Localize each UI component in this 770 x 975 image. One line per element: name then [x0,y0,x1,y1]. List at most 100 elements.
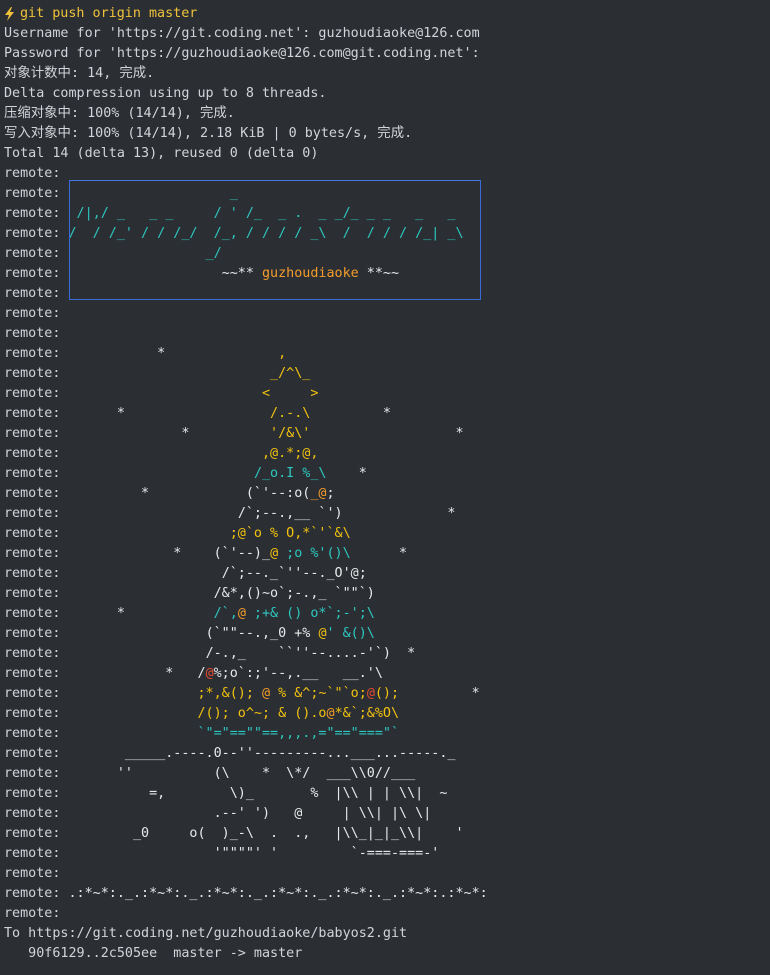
output-text-segment: Delta compression using up to 8 threads. [4,86,327,101]
output-line: remote: .--' ') @ | \\| |\ \| [4,804,770,824]
output-line: remote: ,@.*;@, [4,444,770,464]
output-text-segment: remote: [4,766,69,781]
output-line: remote: _/^\_ [4,364,770,384]
output-text-segment: @ [205,666,214,681]
output-text-segment: 写入对象中: 100% (14/14), 2.18 KiB | 0 bytes/… [4,126,413,141]
output-text-segment: % &^;~`"`o; [270,686,367,701]
output-text-segment: ~~** [68,266,262,281]
output-text-segment: * [68,426,271,441]
output-text-segment [69,364,271,384]
output-line: 压缩对象中: 100% (14/14), 完成. [4,104,770,124]
output-text-segment: remote: [4,486,69,501]
output-text-segment: remote: [4,626,69,641]
output-text-segment: (`'--)_ [213,546,271,561]
output-text-segment: Total 14 (delta 13), reused 0 (delta 0) [4,146,319,161]
output-text-segment: * [68,486,246,501]
output-text-segment: /`;--._`''--._O'@; [221,566,367,581]
output-text-segment: * [68,606,214,621]
output-text-segment: .--' ') @ | \\| |\ \| [68,806,432,821]
output-text-segment [69,624,206,644]
output-line: remote: _0 o( )_-\ . ., |\\_|_|_\\| ' [4,824,770,844]
output-line: remote: / / /_' / / /_/ /_, / / / / _\ /… [4,224,770,244]
output-text-segment: remote: [4,426,69,441]
output-text-segment: remote: [4,226,69,241]
output-text-segment [69,524,230,544]
output-text-segment: `"="==""==,,,.,="=="==="` [197,726,400,741]
output-text-segment: /_o.I %_\ [253,466,327,481]
output-line: Password for 'https://guzhoudiaoke@126.c… [4,44,770,64]
output-text-segment: 压缩对象中: 100% (14/14), 完成. [4,106,235,121]
output-text-segment: 对象计数中: 14, 完成. [4,66,155,81]
output-line: remote: /&*,()~o`;-.,_ `""`) [4,584,770,604]
output-text-segment: remote: [4,786,69,801]
output-line: remote: =, \)_ % |\\ | | \\| ~ [4,784,770,804]
output-text-segment: _/ [68,246,222,261]
output-line: remote: ;*,&(); @ % &^;~`"`o; @ (); * [4,684,770,704]
output-line: remote: /_o.I %_\ * [4,464,770,484]
output-line: remote: * , [4,344,770,364]
output-line: remote: ;@`o % O,*`'`&\ [4,524,770,544]
output-text-segment: /.-.\ [270,406,311,421]
output-text-segment [69,444,262,464]
output-line: remote: _/ [4,244,770,264]
output-text-segment: / / /_' / / /_/ /_, / / / / _\ / / / / /… [68,226,464,241]
output-line: remote: ~~** guzhoudiaoke **~~ [4,264,770,284]
output-text-segment: remote: [4,466,69,481]
output-text-segment: remote: [4,806,69,821]
output-text-segment: ' &()\ [326,626,375,641]
output-line: remote: * /.-.\ * [4,404,770,424]
output-line: remote: .:*~*:._.:*~*:._.:*~*:._.:*~*:._… [4,884,770,904]
output-text-segment: * [350,546,408,561]
output-text-segment: / [197,666,206,681]
output-text-segment: remote: [4,386,69,401]
output-text-segment: remote: [4,566,69,581]
output-text-segment: remote: [4,686,69,701]
output-line: remote: < > [4,384,770,404]
output-text-segment: remote: [4,166,69,181]
output-text-segment: remote: [4,366,69,381]
output-line: To https://git.coding.net/guzhoudiaoke/b… [4,924,770,944]
output-line: 对象计数中: 14, 完成. [4,64,770,84]
output-text-segment: _@ [310,486,327,501]
output-line: remote: `"="==""==,,,.,="=="==="` [4,724,770,744]
output-text-segment: * [68,406,271,421]
output-text-segment: 90f6129..2c505ee master -> master [4,946,303,961]
output-text-segment: ;o %'()\ [278,546,351,561]
output-text-segment: _ [68,186,238,201]
output-text-segment [69,504,238,524]
output-text-segment: remote: [4,726,69,741]
output-text-segment [69,464,254,484]
output-line: remote: [4,864,770,884]
output-text-segment: /|,/ _ _ _ / ' /_ _ . _ _/_ _ _ _ _ [68,206,456,221]
output-text-segment: remote: [4,586,69,601]
output-text-segment: remote: [4,526,69,541]
output-text-segment [69,564,222,584]
output-text-segment: remote: [4,546,69,561]
output-line: remote: [4,304,770,324]
output-text-segment: remote: [4,886,69,901]
output-line: 90f6129..2c505ee master -> master [4,944,770,964]
output-text-segment: (); [374,686,400,701]
output-text-segment: remote: [4,266,69,281]
output-line: remote: (`""--.,_0 +% @ ' &()\ [4,624,770,644]
output-text-segment [69,384,262,404]
terminal-window[interactable]: git push origin master Username for 'http… [0,0,770,975]
output-text-segment: /`, [213,606,238,621]
output-text-segment: remote: [4,846,69,861]
output-text-segment: ;+& () o*`;-';\ [245,606,375,621]
output-line: remote: [4,324,770,344]
output-text-segment: ;*,&(); [197,686,262,701]
output-text-segment: @ [326,706,335,721]
output-text-segment: remote: [4,606,69,621]
output-text-segment: * [342,506,456,521]
output-text-segment [69,724,198,744]
output-text-segment: remote: [4,286,69,301]
output-text-segment: * [68,346,279,361]
command-text: git push origin master [20,6,198,21]
output-line: remote: _ [4,184,770,204]
output-line: remote: * (`'--)_ @ ;o %'()\ * [4,544,770,564]
output-text-segment: @ [270,546,279,561]
output-line: remote: * (`'--:o(_@; [4,484,770,504]
output-text-segment: * [68,546,214,561]
output-text-segment: remote: [4,186,69,201]
